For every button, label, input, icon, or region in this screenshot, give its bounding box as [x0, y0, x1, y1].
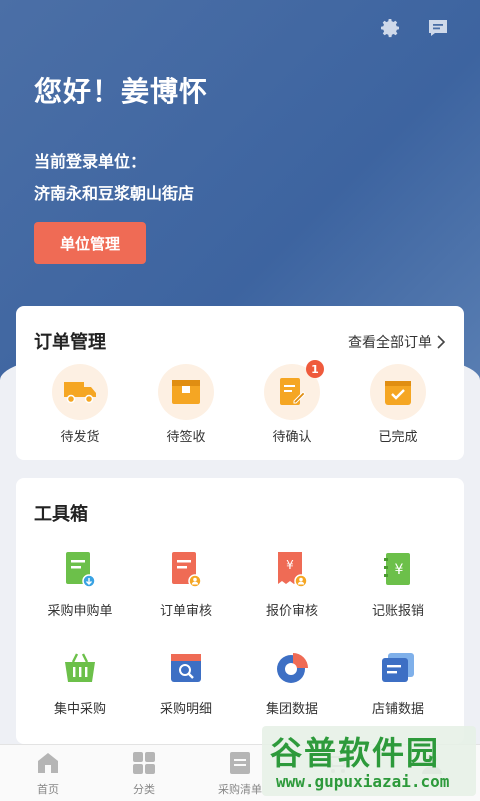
tool-label: 报价审核 — [265, 604, 318, 619]
purchase-detail-icon — [171, 654, 201, 682]
watermark-url: www.gupuxiazai.com — [276, 772, 450, 791]
view-all-label: 查看全部订单 — [348, 335, 432, 351]
store-data-icon — [382, 653, 414, 682]
tab-label: 首页 — [37, 783, 59, 796]
tool-label: 店铺数据 — [371, 702, 424, 717]
message-icon — [429, 20, 447, 36]
order-completed[interactable]: 已完成 — [354, 364, 442, 445]
tool-bookkeeping[interactable]: ¥ 记账报销 — [348, 548, 448, 619]
order-icon-circle — [52, 364, 108, 420]
tool-centralized-purchase[interactable]: 集中采购 — [30, 646, 130, 717]
tab-home[interactable]: 首页 — [0, 751, 96, 797]
tool-label: 记账报销 — [371, 604, 424, 619]
gear-icon — [381, 19, 399, 38]
order-icon-circle — [158, 364, 214, 420]
greeting: 您好！姜博怀 — [34, 75, 209, 108]
order-status-label: 待签收 — [166, 430, 206, 445]
messages-button[interactable] — [424, 14, 452, 42]
view-all-orders-link[interactable]: 查看全部订单 — [348, 332, 446, 352]
watermark-text: 谷普软件园 — [270, 734, 441, 772]
tool-store-data[interactable]: 店铺数据 — [348, 646, 448, 717]
order-pending-shipment[interactable]: 待发货 — [36, 364, 124, 445]
order-icon-circle: 1 — [264, 360, 324, 420]
order-icon-circle — [370, 364, 426, 420]
tool-group-data[interactable]: 集团数据 — [242, 646, 342, 717]
tab-category[interactable]: 分类 — [96, 751, 192, 797]
order-management-card: 订单管理 查看全部订单 待发货 待签收 1 待确认 已完成 — [16, 306, 464, 460]
notification-badge: 1 — [306, 360, 324, 378]
tool-quote-audit[interactable]: ¥ 报价审核 — [242, 548, 342, 619]
chevron-right-icon — [437, 335, 446, 349]
order-card-title: 订单管理 — [34, 332, 106, 353]
order-audit-icon — [172, 552, 202, 588]
home-icon — [38, 753, 58, 773]
settings-button[interactable] — [376, 14, 404, 42]
tool-purchase-request[interactable]: 采购申购单 — [30, 548, 130, 619]
watermark: 谷普软件园 www.gupuxiazai.com — [262, 726, 476, 796]
order-pending-confirm[interactable]: 1 待确认 — [248, 360, 336, 445]
svg-text:¥: ¥ — [395, 562, 404, 578]
grid-icon — [133, 752, 155, 774]
order-pending-receipt[interactable]: 待签收 — [142, 364, 230, 445]
tool-purchase-detail[interactable]: 采购明细 — [136, 646, 236, 717]
truck-icon — [64, 382, 96, 404]
order-status-label: 待发货 — [60, 430, 100, 445]
unit-label: 当前登录单位： — [34, 152, 147, 171]
basket-icon — [65, 653, 95, 682]
unit-name: 济南永和豆浆朝山街店 — [34, 184, 195, 203]
tool-label: 采购明细 — [159, 702, 212, 717]
box-icon — [172, 380, 200, 404]
unit-management-button[interactable]: 单位管理 — [34, 222, 146, 264]
tool-label: 集团数据 — [265, 702, 318, 717]
purchase-request-icon — [66, 552, 96, 588]
order-status-label: 已完成 — [378, 430, 418, 445]
tab-label: 分类 — [133, 783, 155, 796]
tool-label: 采购申购单 — [47, 604, 113, 619]
toolbox-card: 工具箱 采购申购单 订单审核 ¥ 报价审核 ¥ 记账报销 集中采购 采购明细 集… — [16, 478, 464, 744]
toolbox-title: 工具箱 — [34, 504, 88, 525]
check-box-icon — [385, 381, 411, 405]
tool-label: 订单审核 — [159, 604, 212, 619]
tool-label: 集中采购 — [53, 702, 106, 717]
list-icon — [230, 752, 250, 774]
tool-order-audit[interactable]: 订单审核 — [136, 548, 236, 619]
quote-audit-icon: ¥ — [278, 552, 308, 588]
bookkeeping-icon: ¥ — [384, 553, 410, 585]
edit-doc-icon — [280, 378, 306, 405]
order-status-label: 待确认 — [272, 430, 312, 445]
pie-chart-icon — [277, 653, 308, 683]
svg-text:¥: ¥ — [286, 558, 294, 572]
